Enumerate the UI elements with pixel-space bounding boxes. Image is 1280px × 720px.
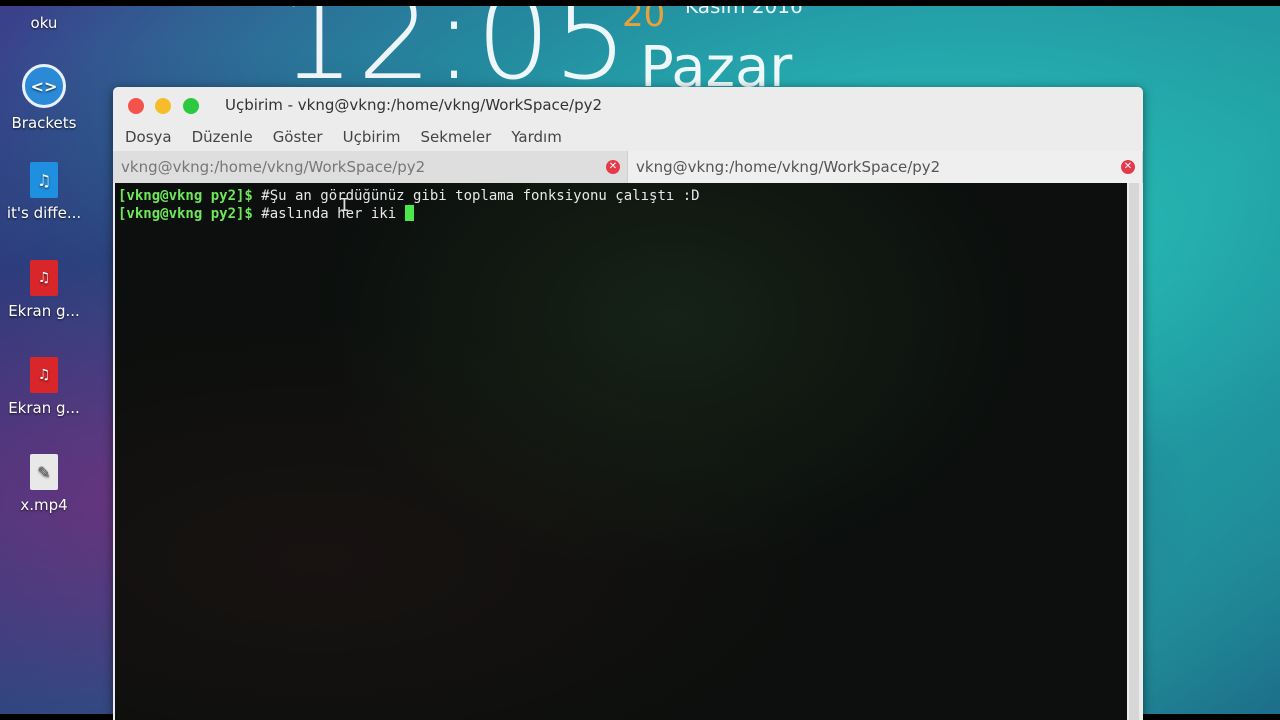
minimize-window-button[interactable] xyxy=(155,98,171,114)
command-text: #Şu an gördüğünüz gibi toplama fonksiyon… xyxy=(252,188,700,204)
brackets-app-icon: <> xyxy=(22,64,66,108)
terminal-line: [vkng@vkng py2]$ #aslında her iki xyxy=(118,205,1124,223)
close-window-button[interactable] xyxy=(128,98,144,114)
window-titlebar[interactable]: Uçbirim - vkng@vkng:/home/vkng/WorkSpace… xyxy=(113,87,1143,123)
shell-prompt: [vkng@vkng py2]$ xyxy=(118,188,253,204)
window-title: Uçbirim - vkng@vkng:/home/vkng/WorkSpace… xyxy=(225,96,603,114)
desktop-icon-audio[interactable]: ♫ it's diffe... xyxy=(1,162,87,222)
desktop-icon-label: x.mp4 xyxy=(20,496,68,514)
desktop-date-month: Kasım 2016 xyxy=(685,6,803,18)
png-file-icon: ♫ xyxy=(30,260,58,296)
desktop-icon-oku[interactable]: oku xyxy=(1,14,87,32)
desktop-icon-ekran-2[interactable]: ♫ Ekran g... xyxy=(1,357,87,417)
close-tab-icon[interactable]: ✕ xyxy=(606,160,620,174)
menu-goster[interactable]: Göster xyxy=(273,128,323,146)
tab-label: vkng@vkng:/home/vkng/WorkSpace/py2 xyxy=(121,158,426,176)
close-tab-icon[interactable]: ✕ xyxy=(1121,160,1135,174)
desktop-icon-label: it's diffe... xyxy=(6,204,82,222)
maximize-window-button[interactable] xyxy=(183,98,199,114)
menubar: Dosya Düzenle Göster Uçbirim Sekmeler Ya… xyxy=(113,123,1143,151)
tab-terminal-2[interactable]: vkng@vkng:/home/vkng/WorkSpace/py2 ✕ xyxy=(628,151,1143,183)
menu-yardim[interactable]: Yardım xyxy=(511,128,562,146)
desktop-icon-label: oku xyxy=(30,14,58,32)
tab-label: vkng@vkng:/home/vkng/WorkSpace/py2 xyxy=(636,158,941,176)
desktop-icon-label: Ekran g... xyxy=(8,302,80,320)
terminal-output[interactable]: [vkng@vkng py2]$ #Şu an gördüğünüz gibi … xyxy=(115,183,1127,720)
tab-terminal-1[interactable]: vkng@vkng:/home/vkng/WorkSpace/py2 ✕ xyxy=(113,151,628,183)
desktop-date-day: 20 xyxy=(622,6,666,35)
menu-ucbirim[interactable]: Uçbirim xyxy=(343,128,401,146)
tab-bar: vkng@vkng:/home/vkng/WorkSpace/py2 ✕ vkn… xyxy=(113,151,1143,183)
shell-prompt: [vkng@vkng py2]$ xyxy=(118,206,253,222)
menu-dosya[interactable]: Dosya xyxy=(125,128,172,146)
png-file-icon: ♫ xyxy=(30,357,58,393)
desktop-icon-brackets[interactable]: <> Brackets xyxy=(1,64,87,132)
text-file-icon: ✎ xyxy=(30,454,58,490)
audio-file-icon: ♫ xyxy=(30,162,58,198)
desktop-icon-x-mp4[interactable]: ✎ x.mp4 xyxy=(1,454,87,514)
desktop-clock: 12:05 xyxy=(280,6,631,106)
terminal-line: [vkng@vkng py2]$ #Şu an gördüğünüz gibi … xyxy=(118,187,1124,205)
terminal-window[interactable]: Uçbirim - vkng@vkng:/home/vkng/WorkSpace… xyxy=(113,87,1143,720)
desktop-icon-label: Brackets xyxy=(11,114,77,132)
desktop-icon-ekran-1[interactable]: ♫ Ekran g... xyxy=(1,260,87,320)
terminal-scrollbar[interactable] xyxy=(1129,183,1139,720)
text-cursor xyxy=(404,205,414,221)
command-text: #aslında her iki xyxy=(252,206,405,222)
desktop-icon-label: Ekran g... xyxy=(8,399,80,417)
menu-duzenle[interactable]: Düzenle xyxy=(192,128,253,146)
menu-sekmeler[interactable]: Sekmeler xyxy=(420,128,491,146)
i-beam-cursor-icon: I xyxy=(339,195,350,216)
